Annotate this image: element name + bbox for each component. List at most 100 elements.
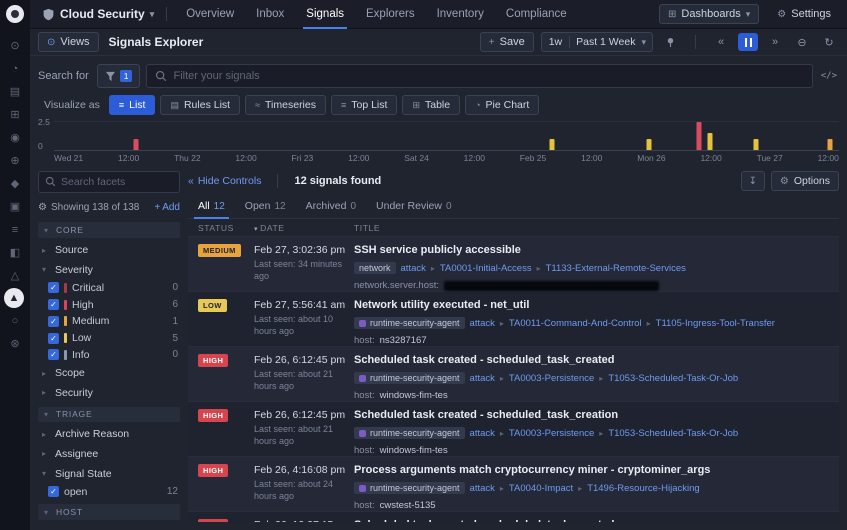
datadog-logo[interactable] xyxy=(6,5,24,23)
signal-chart-plot[interactable] xyxy=(54,121,839,151)
zoom-out-button[interactable]: ⊖ xyxy=(792,33,812,51)
filter-button[interactable]: 1 xyxy=(96,64,141,88)
pin-button[interactable] xyxy=(660,33,680,51)
col-date[interactable]: ▾ DATE xyxy=(254,223,354,233)
viz-option-top-list[interactable]: ≡ Top List xyxy=(330,95,398,115)
checkbox-checked[interactable]: ✓ xyxy=(48,349,59,361)
source-tag[interactable]: network xyxy=(354,262,396,274)
technique-tag-link[interactable]: T1053-Scheduled-Task-Or-Job xyxy=(608,373,738,384)
technique-tag-link[interactable]: T1496-Resource-Hijacking xyxy=(587,483,699,494)
workflows-icon[interactable]: ○ xyxy=(4,310,26,331)
synthetics-icon[interactable]: △ xyxy=(4,265,26,286)
facet-assignee[interactable]: ▸ Assignee xyxy=(38,444,180,464)
signal-search-input[interactable] xyxy=(173,70,804,82)
signal-title[interactable]: Process arguments match cryptocurrency m… xyxy=(354,464,831,476)
tab-inventory[interactable]: Inventory xyxy=(426,0,495,29)
chart-bar[interactable] xyxy=(549,138,555,150)
facet-option-low[interactable]: ✓ Low 5 xyxy=(38,330,180,347)
signal-title[interactable]: Network utility executed - net_util xyxy=(354,299,831,311)
tactic-tag-link[interactable]: TA0001-Initial-Access xyxy=(440,263,532,274)
product-switcher[interactable]: Cloud Security ▾ xyxy=(38,7,158,21)
viz-option-timeseries[interactable]: ≈ Timeseries xyxy=(245,95,326,115)
col-title[interactable]: TITLE xyxy=(354,223,831,233)
host-value[interactable]: windows-fim-tes xyxy=(380,445,448,456)
facet-scope[interactable]: ▸ Scope xyxy=(38,363,180,383)
signal-title[interactable]: Scheduled task created - scheduled_task_… xyxy=(354,409,831,421)
tab-inbox[interactable]: Inbox xyxy=(245,0,295,29)
chart-bar[interactable] xyxy=(133,138,139,150)
dashboards-icon[interactable]: ⊞ xyxy=(4,104,26,125)
facet-group-host[interactable]: ▾ HOST xyxy=(38,504,180,520)
watchdog-icon[interactable]: ◔ xyxy=(4,58,26,79)
checkbox-checked[interactable]: ✓ xyxy=(48,315,59,327)
agent-tag[interactable]: runtime-security-agent xyxy=(354,482,465,494)
attack-tag-link[interactable]: attack xyxy=(401,263,426,274)
facet-option-medium[interactable]: ✓ Medium 1 xyxy=(38,313,180,330)
options-button[interactable]: ⚙ Options xyxy=(770,171,839,191)
checkbox-checked[interactable]: ✓ xyxy=(48,282,59,294)
organization-settings-icon[interactable]: ⊛ xyxy=(4,333,26,354)
time-range-picker[interactable]: 1w Past 1 Week ▾ xyxy=(540,32,653,52)
apm-icon[interactable]: ◆ xyxy=(4,173,26,194)
signal-row[interactable]: MEDIUM Feb 27, 3:02:36 pm Last seen: 34 m… xyxy=(188,237,839,292)
technique-tag-link[interactable]: T1105-Ingress-Tool-Transfer xyxy=(656,318,775,329)
settings-button[interactable]: ⚙ Settings xyxy=(769,5,839,23)
chart-bar[interactable] xyxy=(646,138,652,150)
signal-row[interactable]: HIGH Feb 26, 12:27:15 pm Scheduled task … xyxy=(188,512,839,522)
technique-tag-link[interactable]: T1053-Scheduled-Task-Or-Job xyxy=(608,428,738,439)
add-facet-button[interactable]: + Add xyxy=(154,202,180,213)
tab-under-review[interactable]: Under Review 0 xyxy=(366,195,462,218)
integrations-icon[interactable]: ⊕ xyxy=(4,150,26,171)
tactic-tag-link[interactable]: TA0011-Command-And-Control xyxy=(509,318,642,329)
facet-search-input[interactable] xyxy=(61,175,173,188)
facet-group-core[interactable]: ▾ CORE xyxy=(38,222,180,239)
monitors-icon[interactable]: ◉ xyxy=(4,127,26,148)
infrastructure-icon[interactable]: ▤ xyxy=(4,81,26,102)
host-value[interactable]: ns3287167 xyxy=(380,335,427,346)
facet-option-critical[interactable]: ✓ Critical 0 xyxy=(38,280,180,297)
chart-bar[interactable] xyxy=(827,138,833,150)
tactic-tag-link[interactable]: TA0040-Impact xyxy=(509,483,573,494)
viz-option-rules-list[interactable]: ▤ Rules List xyxy=(160,95,241,115)
cloud-security-icon[interactable]: ▲ xyxy=(4,288,24,308)
signal-title[interactable]: Scheduled task created - scheduled_task_… xyxy=(354,354,831,366)
attack-tag-link[interactable]: attack xyxy=(470,373,495,384)
checkbox-checked[interactable]: ✓ xyxy=(48,332,59,344)
viz-option-list[interactable]: ≡ List xyxy=(108,95,156,115)
tab-all[interactable]: All 12 xyxy=(188,195,235,219)
search-icon[interactable]: ⊙ xyxy=(4,35,26,56)
hide-controls-link[interactable]: «Hide Controls xyxy=(188,175,261,187)
facet-option-high[interactable]: ✓ High 6 xyxy=(38,296,180,313)
code-view-toggle[interactable]: </> xyxy=(819,71,839,81)
tab-compliance[interactable]: Compliance xyxy=(495,0,578,29)
chart-bar[interactable] xyxy=(753,138,759,150)
facet-security[interactable]: ▸ Security xyxy=(38,383,180,403)
tab-open[interactable]: Open 12 xyxy=(235,195,296,218)
signal-row[interactable]: HIGH Feb 26, 6:12:45 pm Last seen: about … xyxy=(188,347,839,402)
notebooks-icon[interactable]: ▣ xyxy=(4,196,26,217)
facet-option-open[interactable]: ✓ open 12 xyxy=(38,483,180,500)
tactic-tag-link[interactable]: TA0003-Persistence xyxy=(509,373,594,384)
attack-tag-link[interactable]: attack xyxy=(470,428,495,439)
skip-back-button[interactable]: « xyxy=(711,33,731,51)
tab-archived[interactable]: Archived 0 xyxy=(296,195,366,218)
attack-tag-link[interactable]: attack xyxy=(470,318,495,329)
technique-tag-link[interactable]: T1133-External-Remote-Services xyxy=(546,263,686,274)
viz-option-table[interactable]: ⊞ Table xyxy=(402,95,461,115)
export-button[interactable]: ↧ xyxy=(740,171,765,191)
logs-icon[interactable]: ≡ xyxy=(4,219,26,240)
facet-option-info[interactable]: ✓ Info 0 xyxy=(38,346,180,363)
refresh-button[interactable]: ↻ xyxy=(819,33,839,51)
host-value[interactable]: windows-fim-tes xyxy=(380,390,448,401)
ci-icon[interactable]: ◧ xyxy=(4,242,26,263)
views-button[interactable]: ⊙ Views xyxy=(38,32,99,52)
facet-archive-reason[interactable]: ▸ Archive Reason xyxy=(38,424,180,444)
signal-row[interactable]: HIGH Feb 26, 6:12:45 pm Last seen: about … xyxy=(188,402,839,457)
skip-forward-button[interactable]: » xyxy=(765,33,785,51)
attack-tag-link[interactable]: attack xyxy=(470,483,495,494)
tactic-tag-link[interactable]: TA0003-Persistence xyxy=(509,428,594,439)
facet-group-triage[interactable]: ▾ TRIAGE xyxy=(38,406,180,423)
dashboards-button[interactable]: ⊞ Dashboards ▾ xyxy=(659,4,760,24)
facet-severity[interactable]: ▾ Severity xyxy=(38,260,180,280)
checkbox-checked[interactable]: ✓ xyxy=(48,486,59,498)
